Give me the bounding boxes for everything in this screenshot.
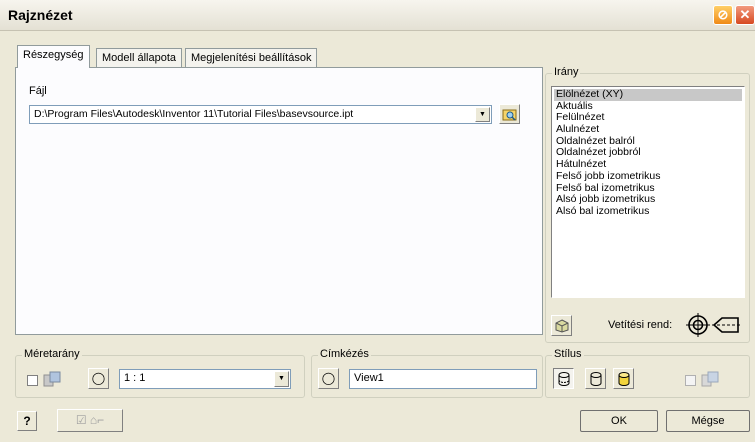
help-icon: ? — [23, 414, 31, 428]
pin-icon: ⊘ — [717, 7, 729, 22]
projection-symbol-icon[interactable] — [686, 313, 740, 337]
cylinder-shaded-icon — [618, 372, 629, 386]
open-file-icon — [502, 109, 517, 121]
tab-component[interactable]: Részegység — [17, 45, 90, 68]
scale-lightbulb-button[interactable]: ◯ — [88, 368, 109, 389]
cancel-button[interactable]: Mégse — [666, 410, 750, 432]
list-item[interactable]: Elölnézet (XY) — [554, 88, 742, 101]
lightbulb-icon: ◯ — [321, 371, 336, 385]
scale-combobox[interactable]: 1 : 1 ▼ — [119, 369, 291, 389]
chevron-down-icon[interactable]: ▼ — [274, 371, 289, 387]
close-button[interactable]: ✕ — [735, 5, 755, 25]
view-cube-icon — [555, 319, 568, 333]
scale-value: 1 : 1 — [124, 372, 146, 384]
file-label: Fájl — [29, 85, 47, 97]
cylinder-outline-icon — [590, 372, 601, 386]
list-item[interactable]: Felső jobb izometrikus — [554, 170, 742, 183]
window-title: Rajznézet — [8, 7, 73, 23]
style-visible-lines-button[interactable] — [585, 368, 606, 389]
cancel-label: Mégse — [691, 415, 725, 427]
browse-file-button[interactable] — [499, 104, 520, 124]
tab-label: Részegység — [23, 49, 84, 61]
view-label-value: View1 — [354, 372, 384, 384]
labeling-label: Címkézés — [318, 348, 371, 360]
glasses-icon: ⌂⌐ — [89, 413, 105, 427]
ok-label: OK — [611, 415, 627, 427]
file-path-value: D:\Program Files\Autodesk\Inventor 11\Tu… — [34, 108, 354, 120]
preview-toggle-button[interactable]: ☑ ⌂⌐ — [57, 409, 123, 432]
style-from-base-icon — [701, 371, 719, 387]
direction-list[interactable]: Elölnézet (XY) Aktuális Felülnézet Aluln… — [551, 86, 745, 298]
scale-label: Méretarány — [22, 348, 82, 360]
file-path-combobox[interactable]: D:\Program Files\Autodesk\Inventor 11\Tu… — [29, 105, 492, 124]
scale-visibility-icon — [43, 371, 61, 387]
close-icon: ✕ — [739, 7, 751, 22]
chevron-down-icon[interactable]: ▼ — [475, 107, 490, 122]
pin-button[interactable]: ⊘ — [713, 5, 733, 25]
direction-label: Irány — [552, 66, 581, 78]
title-bar: Rajznézet ⊘ ✕ — [0, 0, 755, 31]
projection-label: Vetítési rend: — [608, 319, 673, 331]
tab-model-state[interactable]: Modell állapota — [96, 48, 182, 67]
custom-view-button[interactable] — [551, 315, 572, 336]
style-from-base-checkbox[interactable] — [685, 375, 696, 386]
preview-check-icon: ☑ — [75, 413, 87, 427]
ok-button[interactable]: OK — [580, 410, 658, 432]
view-label-input[interactable]: View1 — [349, 369, 537, 389]
style-hidden-lines-button[interactable] — [553, 368, 574, 389]
list-item[interactable]: Alulnézet — [554, 123, 742, 136]
label-lightbulb-button[interactable]: ◯ — [318, 368, 339, 389]
tab-label: Modell állapota — [102, 52, 176, 64]
style-label: Stílus — [552, 348, 584, 360]
scale-checkbox[interactable] — [27, 375, 38, 386]
lightbulb-icon: ◯ — [91, 371, 106, 385]
cylinder-hidden-icon — [558, 372, 569, 386]
help-button[interactable]: ? — [17, 411, 37, 431]
tab-panel-component: Fájl D:\Program Files\Autodesk\Inventor … — [15, 67, 543, 335]
style-shaded-button[interactable] — [613, 368, 634, 389]
tab-label: Megjelenítési beállítások — [191, 52, 312, 64]
list-item[interactable]: Alsó bal izometrikus — [554, 205, 742, 218]
tab-display-options[interactable]: Megjelenítési beállítások — [185, 48, 318, 67]
